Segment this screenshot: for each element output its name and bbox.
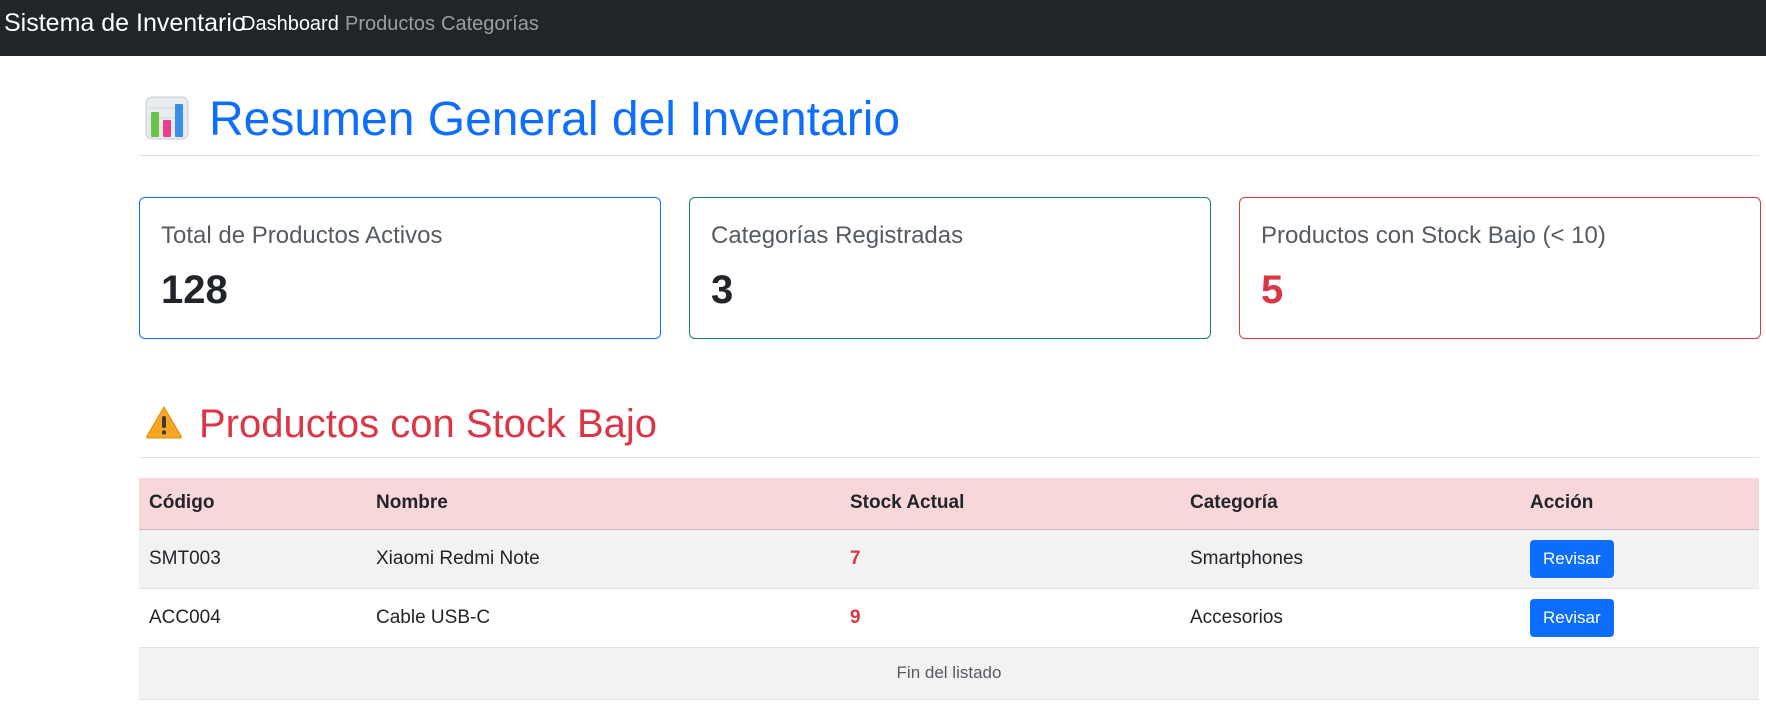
bar-chart-icon bbox=[145, 96, 189, 145]
page-title-text: Resumen General del Inventario bbox=[209, 93, 901, 146]
cell-category: Smartphones bbox=[1180, 529, 1520, 589]
low-stock-table: Código Nombre Stock Actual Categoría Acc… bbox=[139, 478, 1759, 700]
table-row: SMT003 Xiaomi Redmi Note 7 Smartphones R… bbox=[139, 529, 1759, 589]
cell-name: Xiaomi Redmi Note bbox=[366, 529, 840, 589]
cell-action: Revisar bbox=[1520, 588, 1759, 648]
card-title: Total de Productos Activos bbox=[161, 222, 443, 249]
cell-code: ACC004 bbox=[139, 588, 366, 648]
table-header-row: Código Nombre Stock Actual Categoría Acc… bbox=[139, 478, 1759, 530]
table-row: ACC004 Cable USB-C 9 Accesorios Revisar bbox=[139, 588, 1759, 648]
nav-link-dashboard[interactable]: Dashboard bbox=[241, 12, 339, 36]
review-button[interactable]: Revisar bbox=[1530, 598, 1614, 637]
cell-stock: 9 bbox=[840, 588, 1180, 648]
warning-icon bbox=[145, 405, 183, 444]
card-value: 5 bbox=[1261, 268, 1284, 312]
nav-link-categorias[interactable]: Categorías bbox=[441, 12, 539, 36]
cell-category: Accesorios bbox=[1180, 588, 1520, 648]
section-divider bbox=[139, 457, 1759, 458]
card-title: Categorías Registradas bbox=[711, 222, 964, 249]
nav-link-productos[interactable]: Productos bbox=[345, 12, 435, 36]
title-divider bbox=[139, 155, 1759, 156]
cell-action: Revisar bbox=[1520, 529, 1759, 589]
cell-name: Cable USB-C bbox=[366, 588, 840, 648]
column-header-stock: Stock Actual bbox=[840, 478, 1180, 530]
section-title-text: Productos con Stock Bajo bbox=[199, 402, 658, 446]
column-header-code: Código bbox=[139, 478, 366, 530]
column-header-name: Nombre bbox=[366, 478, 840, 530]
review-button[interactable]: Revisar bbox=[1530, 539, 1614, 578]
card-value: 128 bbox=[161, 268, 228, 312]
card-categories: Categorías Registradas 3 bbox=[689, 197, 1211, 339]
cell-stock: 7 bbox=[840, 529, 1180, 589]
section-title-low-stock: Productos con Stock Bajo bbox=[145, 399, 657, 449]
page-title: Resumen General del Inventario bbox=[145, 90, 900, 150]
card-value: 3 bbox=[711, 268, 734, 312]
column-header-category: Categoría bbox=[1180, 478, 1520, 530]
card-low-stock: Productos con Stock Bajo (< 10) 5 bbox=[1239, 197, 1761, 339]
card-total-products: Total de Productos Activos 128 bbox=[139, 197, 661, 339]
top-navbar: Sistema de Inventario Dashboard Producto… bbox=[0, 0, 1766, 56]
table-footer-text: Fin del listado bbox=[139, 647, 1759, 700]
table-footer-row: Fin del listado bbox=[139, 647, 1759, 700]
navbar-brand[interactable]: Sistema de Inventario bbox=[4, 9, 246, 37]
cell-code: SMT003 bbox=[139, 529, 366, 589]
card-title: Productos con Stock Bajo (< 10) bbox=[1261, 222, 1606, 249]
column-header-action: Acción bbox=[1520, 478, 1759, 530]
